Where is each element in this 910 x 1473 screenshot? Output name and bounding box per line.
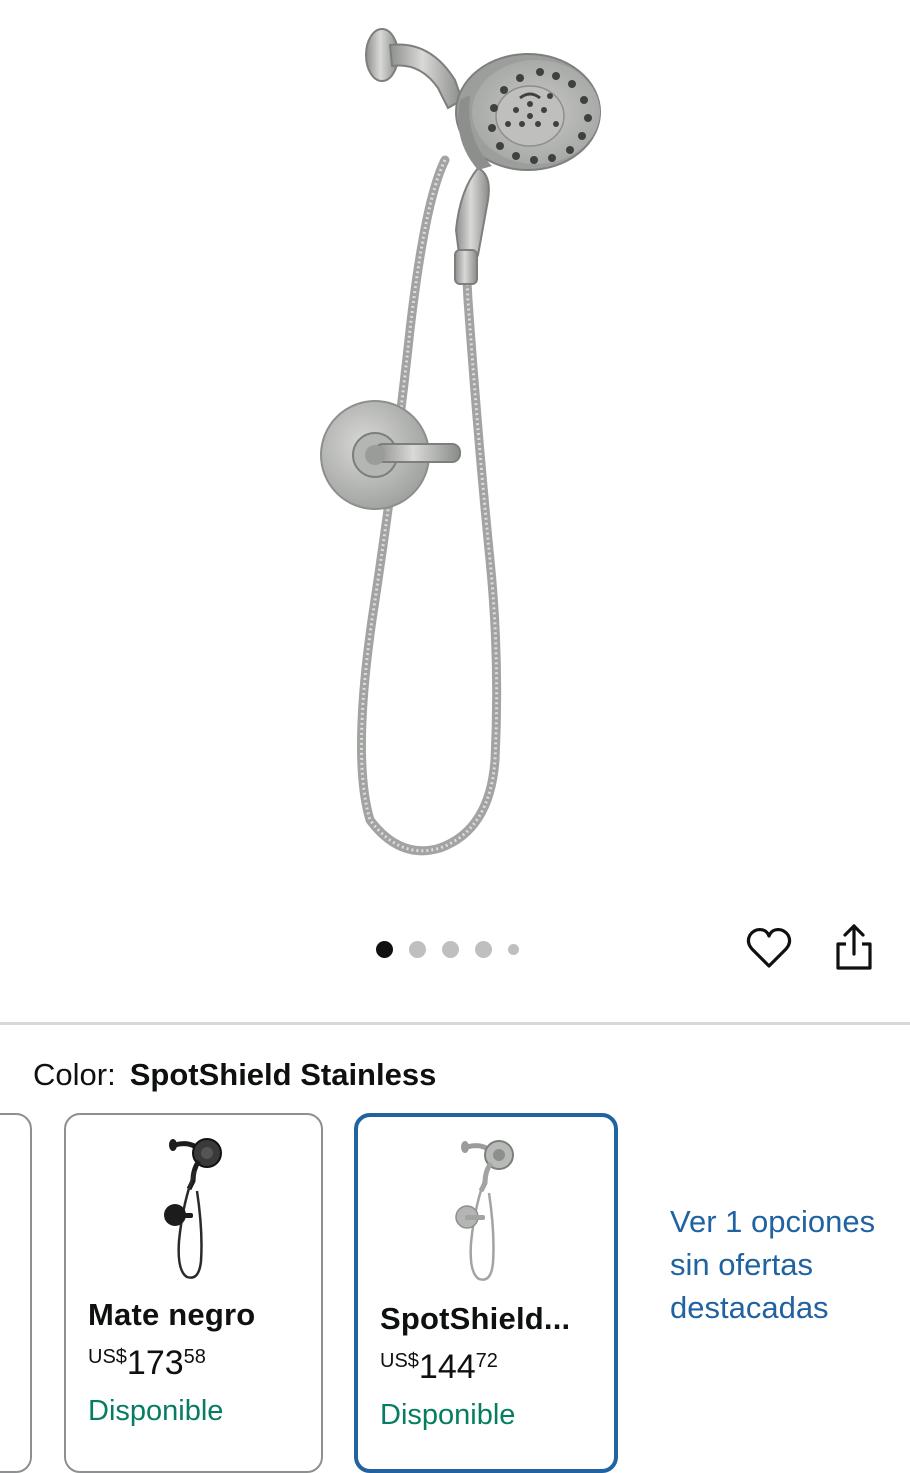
color-option-card-selected[interactable]: SpotShield... US$14472 Disponible bbox=[354, 1113, 618, 1473]
color-option-name: Mate negro bbox=[88, 1297, 256, 1332]
color-option-price: US$14472 bbox=[380, 1347, 498, 1387]
availability-status: Disponible bbox=[88, 1395, 224, 1427]
price-currency: US$ bbox=[380, 1350, 419, 1372]
color-label-row: Color: SpotShield Stainless bbox=[33, 1056, 436, 1094]
color-option-thumbnail bbox=[455, 1140, 514, 1281]
carousel-dot-1[interactable] bbox=[376, 940, 393, 958]
price-currency: US$ bbox=[88, 1346, 127, 1368]
availability-status: Disponible bbox=[380, 1399, 516, 1431]
color-option-card[interactable]: Mate negro US$17358 Disponible bbox=[64, 1113, 323, 1473]
carousel-dot-5[interactable] bbox=[508, 943, 519, 955]
price-whole: 173 bbox=[126, 1344, 184, 1382]
color-option-thumbnail bbox=[163, 1138, 222, 1279]
price-whole: 144 bbox=[418, 1348, 476, 1386]
product-image[interactable] bbox=[0, 0, 910, 900]
carousel-dot-4[interactable] bbox=[475, 940, 492, 958]
section-divider bbox=[0, 1022, 910, 1025]
color-option-name: SpotShield... bbox=[380, 1301, 571, 1336]
price-fraction: 72 bbox=[475, 1350, 498, 1372]
more-options-link[interactable]: Ver 1 opciones sin ofertas destacadas bbox=[670, 1200, 895, 1329]
share-icon[interactable] bbox=[832, 922, 876, 972]
image-carousel-dots[interactable] bbox=[376, 938, 519, 960]
color-option-card-partial[interactable] bbox=[0, 1113, 32, 1473]
carousel-dot-3[interactable] bbox=[442, 940, 459, 958]
heart-outline-icon[interactable] bbox=[745, 925, 793, 971]
selected-color-value: SpotShield Stainless bbox=[129, 1057, 437, 1092]
color-label: Color: bbox=[33, 1057, 116, 1092]
price-fraction: 58 bbox=[183, 1346, 206, 1368]
color-option-price: US$17358 bbox=[88, 1343, 206, 1383]
carousel-dot-2[interactable] bbox=[409, 940, 426, 958]
